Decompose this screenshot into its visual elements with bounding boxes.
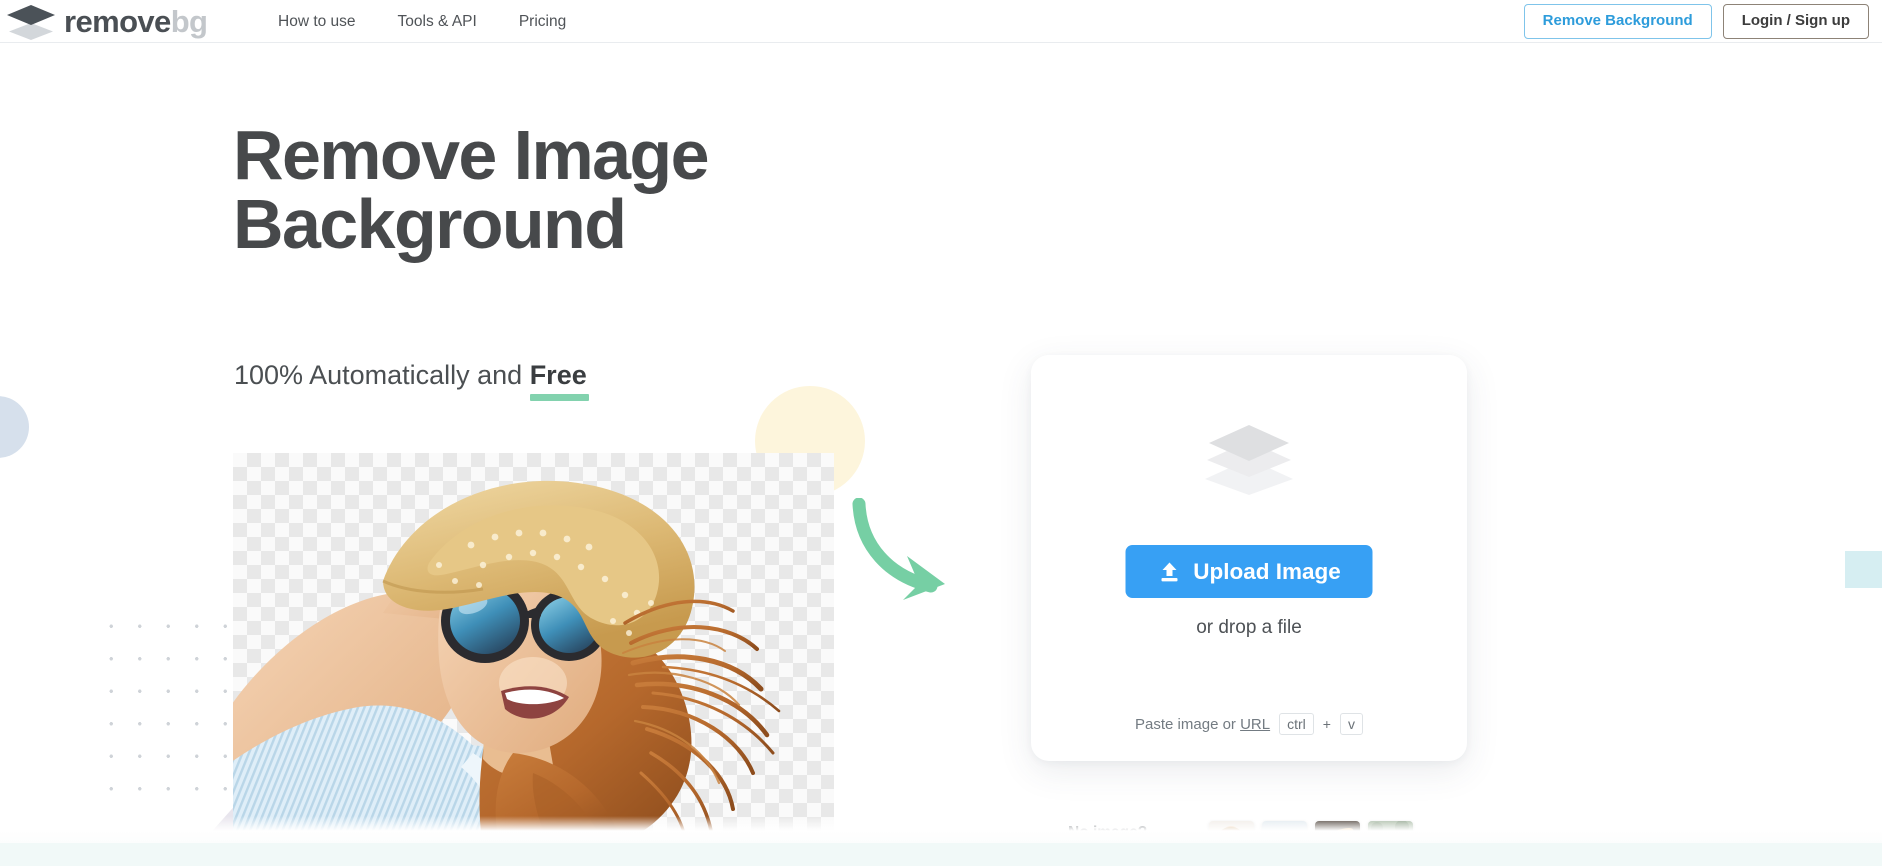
page-root: removebg How to use Tools & API Pricing … [0,0,1882,866]
cutout-illustration [233,480,781,850]
page-subtitle-highlight: Free [529,360,589,401]
page-title-line2: Background [233,184,627,263]
paste-hint-prefix: Paste image or [1135,715,1241,733]
paste-hint-text: Paste image or URL [1135,716,1270,733]
site-header: removebg How to use Tools & API Pricing … [0,0,1882,43]
curved-arrow-icon [845,497,965,608]
decorative-blue-circle [0,396,29,458]
logo-text-bg: bg [170,4,208,39]
drop-file-text: or drop a file [1196,617,1302,638]
shortcut-key-ctrl: ctrl [1279,713,1314,735]
bottom-fade [0,816,1882,843]
layers-icon [1199,423,1299,500]
hero-section: Remove Image Background 100% Automaticall… [0,43,1882,866]
login-signup-button[interactable]: Login / Sign up [1722,4,1869,39]
nav-item-pricing[interactable]: Pricing [519,13,566,31]
remove-background-button[interactable]: Remove Background [1523,4,1712,39]
shortcut-plus: + [1322,716,1331,732]
upload-icon [1161,562,1178,581]
upload-card[interactable]: Upload Image or drop a file Paste image … [1031,355,1467,761]
layers-icon [7,4,55,40]
shortcut-key-v: v [1339,713,1363,735]
page-title: Remove Image Background [233,120,993,259]
page-subtitle: 100% Automatically and Free [234,360,589,401]
logo-text: removebg [64,4,208,39]
hero-preview-image [233,453,834,850]
decorative-dot-grid [95,608,235,803]
nav-item-tools-api[interactable]: Tools & API [398,13,477,31]
page-title-line1: Remove Image [233,116,710,194]
paste-url-link[interactable]: URL [1240,716,1270,733]
upload-image-button-label: Upload Image [1193,558,1341,584]
logo-text-remove: remove [64,4,171,39]
upload-dropzone[interactable]: Upload Image or drop a file [1031,355,1467,702]
upload-image-button[interactable]: Upload Image [1125,545,1373,598]
header-actions: Remove Background Login / Sign up [1523,0,1869,43]
logo[interactable]: removebg [0,0,208,43]
bottom-band [0,843,1882,866]
nav-item-how-to-use[interactable]: How to use [278,13,356,31]
paste-hint-row: Paste image or URL ctrl + v [1031,713,1467,735]
main-nav: How to use Tools & API Pricing [278,0,566,43]
page-subtitle-prefix: 100% Automatically and [234,360,530,390]
decorative-cyan-square [1845,551,1882,588]
